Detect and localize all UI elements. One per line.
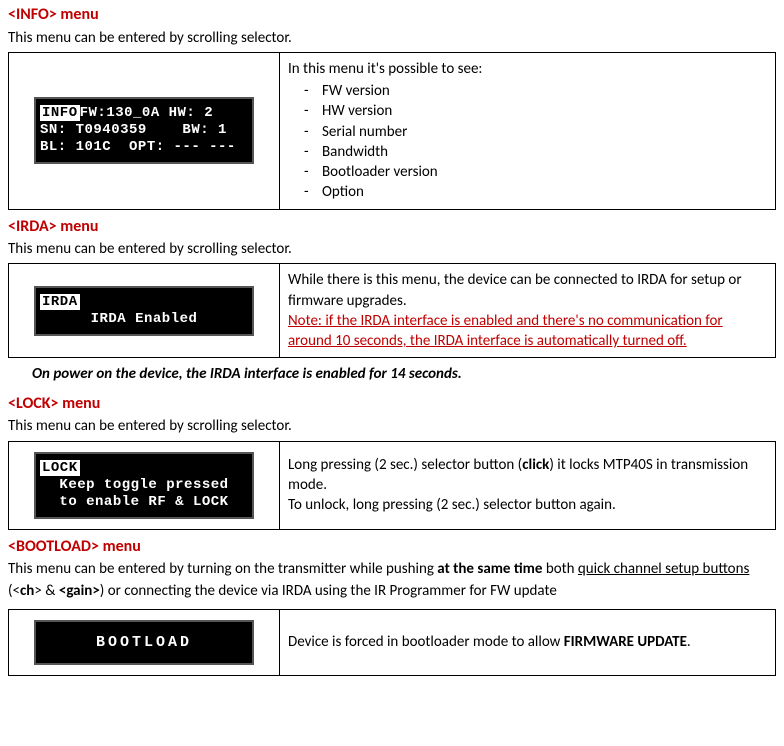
- irda-text-cell: While there is this menu, the device can…: [280, 264, 776, 358]
- irda-lcd-cell: IRDA IRDA Enabled: [9, 264, 280, 358]
- irda-table: IRDA IRDA Enabled While there is this men…: [8, 263, 776, 358]
- info-lcd: INFOFW:130_0A HW: 2 SN: T0940359 BW: 1 B…: [34, 97, 254, 164]
- bootload-text-cell: Device is forced in bootloader mode to a…: [280, 609, 776, 675]
- bootload-table: BOOTLOAD Device is forced in bootloader …: [8, 609, 776, 676]
- bootload-desc-p4: > &: [34, 582, 59, 600]
- bootload-lcd: BOOTLOAD: [34, 620, 254, 665]
- lock-menu-heading: <LOCK> menu: [8, 393, 776, 415]
- irda-power-note: On power on the device, the IRDA interfa…: [32, 364, 776, 384]
- info-intro: In this menu it's possible to see:: [288, 59, 767, 79]
- info-item-list: FW version HW version Serial number Band…: [288, 81, 767, 203]
- bootload-lcd-cell: BOOTLOAD: [9, 609, 280, 675]
- info-lcd-tag: INFO: [40, 105, 80, 121]
- bootload-text-post: .: [687, 633, 691, 651]
- info-menu-heading: <INFO> menu: [8, 4, 776, 26]
- list-item: HW version: [322, 101, 767, 121]
- bootload-desc-b2: ch: [20, 582, 34, 600]
- bootload-desc-b3: <gain>: [59, 582, 100, 600]
- list-item: FW version: [322, 81, 767, 101]
- irda-lcd-tag: IRDA: [40, 294, 80, 310]
- irda-lcd-line2: IRDA Enabled: [91, 311, 198, 327]
- lock-lcd-line2: Keep toggle pressed: [59, 477, 228, 493]
- bootload-desc-p5: ) or connecting the device via IRDA usin…: [100, 582, 557, 600]
- irda-menu-desc: This menu can be entered by scrolling se…: [8, 239, 776, 259]
- lock-lcd: LOCKKeep toggle pressed to enable RF & L…: [34, 452, 254, 519]
- info-lcd-cell: INFOFW:130_0A HW: 2 SN: T0940359 BW: 1 B…: [9, 52, 280, 209]
- bootload-text-pre: Device is forced in bootloader mode to a…: [288, 633, 564, 651]
- irda-lcd: IRDA IRDA Enabled: [34, 286, 254, 336]
- bootload-text-bold: FIRMWARE UPDATE: [564, 633, 687, 651]
- list-item: Option: [322, 182, 767, 202]
- lock-text-cell: Long pressing (2 sec.) selector button (…: [280, 441, 776, 529]
- bootload-desc-p1: This menu can be entered by turning on t…: [8, 560, 437, 578]
- irda-note: Note: if the IRDA interface is enabled a…: [288, 312, 723, 350]
- bootload-desc-p3: (<: [8, 582, 20, 600]
- irda-menu-heading: <IRDA> menu: [8, 216, 776, 238]
- lock-text1-bold: click: [522, 456, 549, 474]
- bootload-desc-p2: both: [542, 560, 577, 578]
- list-item: Serial number: [322, 122, 767, 142]
- lock-lcd-tag: LOCK: [40, 460, 80, 476]
- info-lcd-line1-rest: FW:130_0A HW: 2: [80, 105, 214, 121]
- info-menu-desc: This menu can be entered by scrolling se…: [8, 28, 776, 48]
- lock-text2: To unlock, long pressing (2 sec.) select…: [288, 496, 616, 514]
- lock-lcd-cell: LOCKKeep toggle pressed to enable RF & L…: [9, 441, 280, 529]
- bootload-desc-u1: quick channel setup buttons: [578, 560, 749, 578]
- info-lcd-line3: BL: 101C OPT: --- ---: [40, 139, 236, 155]
- bootload-desc-b1: at the same time: [437, 560, 542, 578]
- info-lcd-line2: SN: T0940359 BW: 1: [40, 122, 227, 138]
- lock-table: LOCKKeep toggle pressed to enable RF & L…: [8, 441, 776, 530]
- info-table: INFOFW:130_0A HW: 2 SN: T0940359 BW: 1 B…: [8, 52, 776, 210]
- irda-text1: While there is this menu, the device can…: [288, 271, 742, 309]
- bootload-menu-heading: <BOOTLOAD> menu: [8, 536, 776, 558]
- list-item: Bandwidth: [322, 142, 767, 162]
- bootload-menu-desc: This menu can be entered by turning on t…: [8, 559, 776, 603]
- lock-lcd-line3: to enable RF & LOCK: [59, 494, 228, 510]
- list-item: Bootloader version: [322, 162, 767, 182]
- info-text-cell: In this menu it's possible to see: FW ve…: [280, 52, 776, 209]
- lock-text1-pre: Long pressing (2 sec.) selector button (: [288, 456, 522, 474]
- lock-menu-desc: This menu can be entered by scrolling se…: [8, 416, 776, 436]
